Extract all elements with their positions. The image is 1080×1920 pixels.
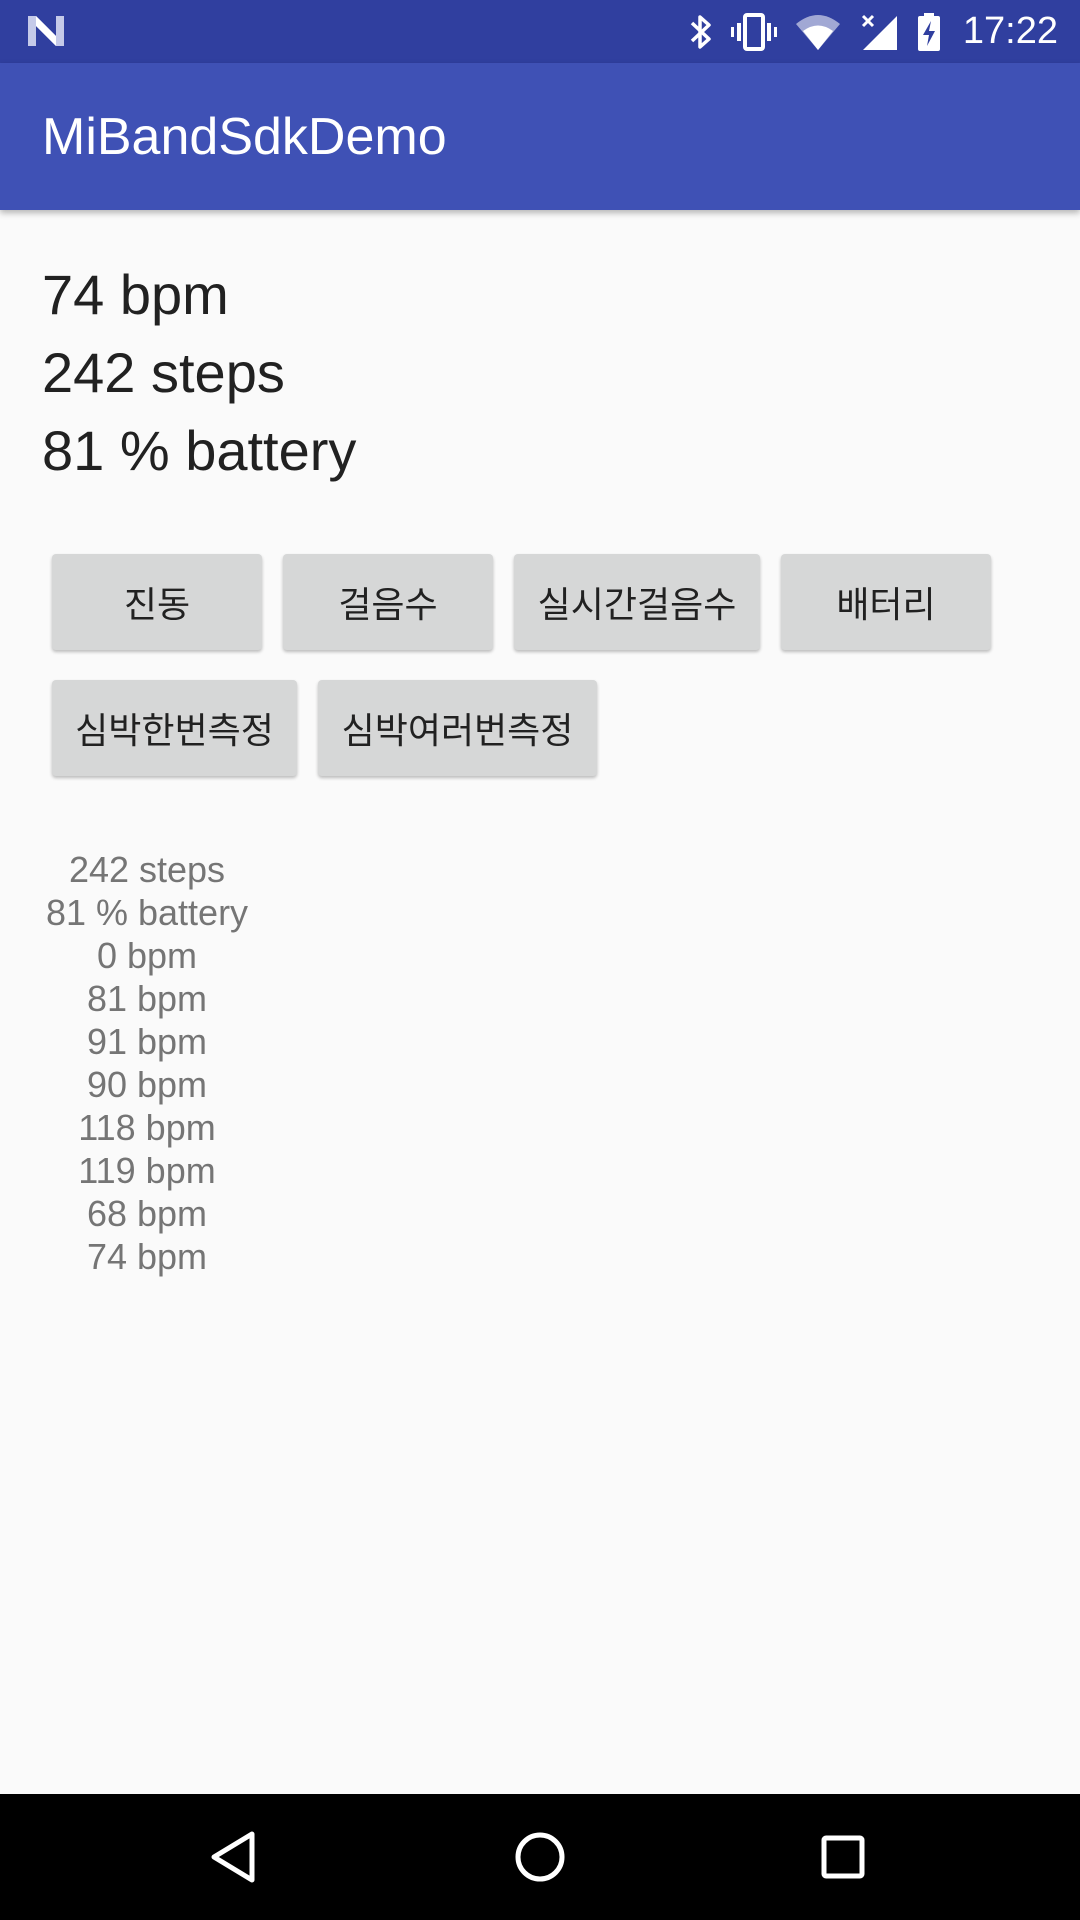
app-bar: MiBandSdkDemo <box>0 63 1080 210</box>
heart-rate-once-button[interactable]: 심박한번측정 <box>52 680 297 776</box>
steps-button[interactable]: 걸음수 <box>283 554 493 650</box>
bluetooth-icon <box>689 12 713 52</box>
notification-n-icon <box>26 14 66 48</box>
log-line: 91 bpm <box>86 1021 208 1062</box>
log-line: 0 bpm <box>96 935 198 976</box>
log-line: 81 bpm <box>86 978 208 1019</box>
log-line: 81 % battery <box>45 892 249 933</box>
realtime-steps-button[interactable]: 실시간걸음수 <box>514 554 760 650</box>
heart-rate-readout: 74 bpm <box>42 263 229 326</box>
log-line: 119 bpm <box>78 1150 216 1191</box>
vibrate-button[interactable]: 진동 <box>52 554 262 650</box>
log-line: 118 bpm <box>78 1107 216 1148</box>
log-line: 74 bpm <box>86 1236 208 1277</box>
vibrate-icon <box>730 12 777 52</box>
steps-readout: 242 steps <box>42 341 285 404</box>
recents-icon[interactable] <box>810 1824 876 1890</box>
signal-icon <box>859 12 899 52</box>
status-icons: 17:22 <box>689 0 1058 63</box>
back-icon[interactable] <box>202 1824 268 1890</box>
screen: 17:22 MiBandSdkDemo 74 bpm 242 steps 81 … <box>0 0 1080 1920</box>
battery-readout: 81 % battery <box>42 419 357 482</box>
readouts: 74 bpm 242 steps 81 % battery <box>42 256 356 490</box>
battery-charging-icon <box>917 12 941 52</box>
log-line: 90 bpm <box>86 1064 208 1105</box>
wifi-icon <box>795 12 841 52</box>
status-time: 17:22 <box>962 10 1058 52</box>
home-icon[interactable] <box>507 1824 573 1890</box>
log-line: 242 steps <box>68 849 226 890</box>
status-bar: 17:22 <box>0 0 1080 63</box>
heart-rate-multi-button[interactable]: 심박여러번측정 <box>318 680 597 776</box>
log-list: 242 steps 81 % battery 0 bpm 81 bpm 91 b… <box>42 848 252 1278</box>
app-title: MiBandSdkDemo <box>42 108 447 166</box>
battery-button[interactable]: 배터리 <box>781 554 991 650</box>
navigation-bar <box>0 1794 1080 1920</box>
log-line: 68 bpm <box>86 1193 208 1234</box>
